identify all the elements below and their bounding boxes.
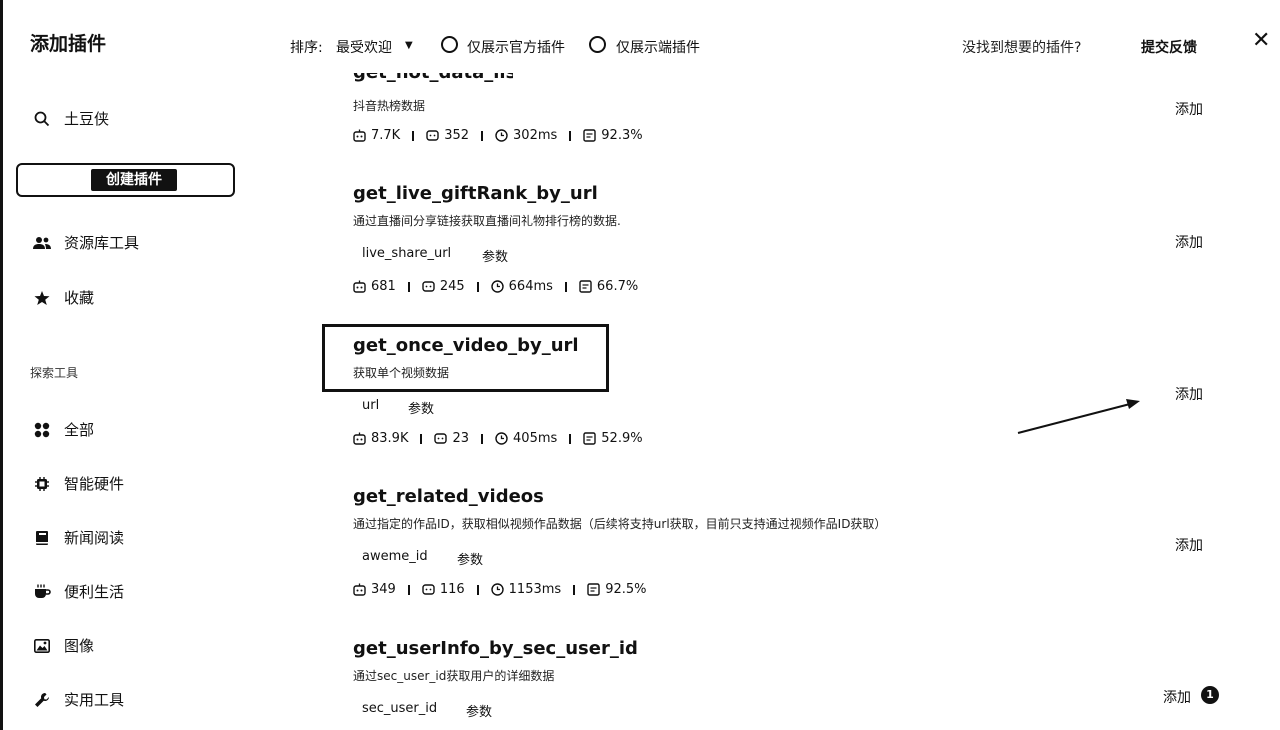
comment-icon — [426, 129, 439, 142]
add-button[interactable]: 添加 — [1175, 99, 1203, 119]
cup-icon — [33, 583, 51, 601]
plugin-name-partial: get_hot_data_list — [353, 73, 513, 83]
grid-icon — [33, 421, 51, 439]
image-icon — [33, 637, 51, 655]
sidebar-item-label: 便利生活 — [64, 583, 125, 601]
comment-icon — [422, 280, 435, 293]
search-icon — [33, 110, 51, 128]
plugin-stats: 83.9K 23 405ms 52.9% — [353, 431, 643, 446]
sidebar-item-utilities[interactable]: 实用工具 — [33, 689, 124, 710]
plugin-stats: 681 245 664ms 66.7% — [353, 279, 638, 294]
add-button[interactable]: 添加 — [1175, 384, 1203, 404]
users-icon — [33, 234, 51, 252]
param-name: url — [362, 398, 380, 413]
sidebar-item-library[interactable]: 资源库工具 — [33, 232, 139, 253]
clock-icon — [495, 432, 508, 445]
sidebar-item-smart-hardware[interactable]: 智能硬件 — [33, 473, 124, 494]
plugin-stats: 7.7K 352 302ms 92.3% — [353, 128, 643, 143]
param-name: aweme_id — [362, 549, 428, 564]
sidebar-item-image[interactable]: 图像 — [33, 635, 94, 656]
param-name: sec_user_id — [362, 701, 438, 716]
sidebar-item-label: 智能硬件 — [64, 475, 125, 493]
plugin-stats: 349 116 1153ms 92.5% — [353, 582, 647, 597]
sidebar-item-favorites[interactable]: 收藏 — [33, 287, 94, 308]
sidebar-item-label: 资源库工具 — [64, 234, 140, 252]
dialog-title: 添加插件 — [30, 33, 107, 55]
comment-icon — [434, 432, 448, 445]
robot-icon — [353, 432, 366, 445]
sidebar-item-label: 全部 — [64, 421, 95, 439]
sort-label: 排序: — [290, 40, 323, 56]
robot-icon — [353, 280, 366, 293]
clock-icon — [490, 280, 504, 293]
clock-icon — [490, 583, 504, 596]
sidebar-item-label: 收藏 — [64, 289, 95, 307]
close-icon[interactable]: ✕ — [1252, 28, 1270, 53]
chart-icon — [583, 432, 596, 445]
annotation-arrow — [1017, 399, 1140, 434]
feedback-link[interactable]: 提交反馈 — [1141, 37, 1197, 57]
add-button[interactable]: 添加 — [1163, 687, 1191, 707]
plugin-name[interactable]: get_related_videos — [353, 486, 544, 507]
plugin-name[interactable]: get_userInfo_by_sec_user_id — [353, 638, 638, 659]
sidebar-item-life[interactable]: 便利生活 — [33, 581, 124, 602]
plugin-name[interactable]: get_live_giftRank_by_url — [353, 183, 598, 204]
sidebar-item-label: 实用工具 — [64, 691, 125, 709]
explore-section-label: 探索工具 — [30, 366, 79, 380]
device-filter-radio[interactable] — [589, 36, 606, 53]
sidebar-item-label: 图像 — [64, 637, 95, 655]
device-filter-label[interactable]: 仅展示端插件 — [616, 37, 700, 57]
wrench-icon — [33, 691, 51, 709]
sidebar-item-label: 新闻阅读 — [64, 529, 125, 547]
count-badge: 1 — [1201, 686, 1219, 704]
official-filter-label[interactable]: 仅展示官方插件 — [467, 37, 565, 57]
sidebar-item-news[interactable]: 新闻阅读 — [33, 527, 124, 548]
sort-dropdown[interactable]: 最受欢迎 — [336, 37, 392, 57]
comment-icon — [422, 583, 435, 596]
clock-icon — [495, 129, 508, 142]
add-button[interactable]: 添加 — [1175, 232, 1203, 252]
star-icon — [33, 289, 51, 307]
param-name: live_share_url — [362, 246, 452, 261]
sidebar-item-all[interactable]: 全部 — [33, 419, 94, 440]
add-button[interactable]: 添加 — [1175, 535, 1203, 555]
chart-icon — [583, 129, 596, 142]
plugin-desc: 通过直播间分享链接获取直播间礼物排行榜的数据. — [353, 214, 621, 228]
plugin-desc: 获取单个视频数据 — [353, 366, 450, 380]
robot-icon — [353, 129, 366, 142]
create-plugin-button[interactable]: 创建插件 — [16, 163, 235, 197]
window-border — [0, 0, 3, 730]
official-filter-radio[interactable] — [441, 36, 458, 53]
sidebar-user[interactable]: 土豆侠 — [33, 108, 109, 129]
chart-icon — [579, 280, 592, 293]
add-plugin-dialog: 添加插件 排序: 最受欢迎 ▼ 仅展示官方插件 仅展示端插件 没找到想要的插件?… — [0, 0, 1280, 730]
not-found-text: 没找到想要的插件? — [962, 40, 1082, 56]
param-label: 参数 — [482, 250, 509, 265]
param-label: 参数 — [408, 402, 435, 417]
caret-down-icon[interactable]: ▼ — [405, 40, 413, 51]
plugin-desc: 通过sec_user_id获取用户的详细数据 — [353, 669, 555, 683]
chip-icon — [33, 475, 51, 493]
create-plugin-label: 创建插件 — [91, 169, 177, 191]
param-label: 参数 — [466, 705, 493, 720]
robot-icon — [353, 583, 366, 596]
chart-icon — [587, 583, 600, 596]
sidebar-user-label: 土豆侠 — [64, 110, 110, 128]
plugin-desc: 抖音热榜数据 — [353, 99, 426, 113]
plugin-name[interactable]: get_once_video_by_url — [353, 335, 579, 356]
book-icon — [33, 529, 51, 547]
param-label: 参数 — [457, 553, 484, 568]
plugin-desc: 通过指定的作品ID，获取相似视频作品数据（后续将支持url获取，目前只支持通过视… — [353, 517, 887, 531]
